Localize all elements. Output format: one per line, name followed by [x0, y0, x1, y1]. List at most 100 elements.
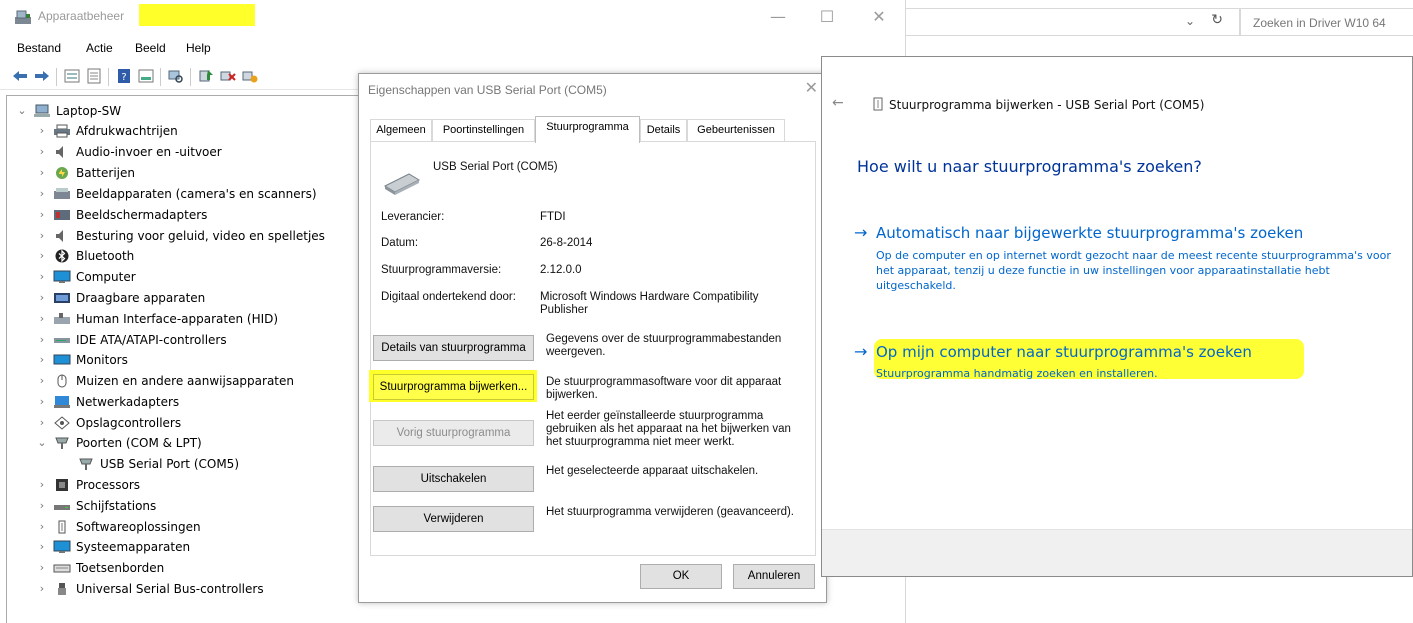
- tree-item-batteries[interactable]: › Batterijen: [36, 162, 135, 183]
- tree-item-label: Systeemapparaten: [76, 539, 191, 554]
- tree-item-network-adapters[interactable]: › Netwerkadapters: [36, 391, 179, 412]
- tree-item-usb-serial-port[interactable]: USB Serial Port (COM5): [77, 453, 239, 474]
- sheet-icon[interactable]: [86, 68, 102, 84]
- tab-details[interactable]: Details: [640, 119, 687, 142]
- rollback-driver-button[interactable]: Vorig stuurprogramma: [373, 420, 534, 446]
- enable-device-icon[interactable]: [242, 68, 258, 84]
- chevron-right-icon[interactable]: ›: [36, 478, 48, 491]
- chevron-right-icon[interactable]: ›: [36, 582, 48, 595]
- tree-item-bluetooth[interactable]: › Bluetooth: [36, 245, 134, 266]
- back-arrow-icon[interactable]: [12, 68, 28, 84]
- update-driver-button[interactable]: Stuurprogramma bijwerken...: [373, 374, 534, 400]
- chevron-down-icon[interactable]: ⌄: [16, 104, 28, 117]
- chevron-right-icon[interactable]: ›: [36, 187, 48, 200]
- tree-item-ports[interactable]: ⌄ Poorten (COM & LPT): [36, 432, 201, 453]
- device-manager-app-icon: [14, 8, 32, 26]
- manual-search-option[interactable]: → Op mijn computer naar stuurprogramma's…: [854, 342, 1406, 382]
- chevron-right-icon[interactable]: ›: [36, 374, 48, 387]
- auto-search-option[interactable]: → Automatisch naar bijgewerkte stuurprog…: [854, 223, 1406, 303]
- chevron-right-icon[interactable]: ›: [36, 312, 48, 325]
- chevron-right-icon[interactable]: ›: [36, 540, 48, 553]
- view-toggle-icon[interactable]: [138, 68, 154, 84]
- chevron-right-icon[interactable]: ›: [36, 229, 48, 242]
- menu-action[interactable]: Actie: [86, 41, 113, 55]
- close-icon[interactable]: ✕: [805, 78, 818, 97]
- properties-grid-icon[interactable]: [64, 68, 80, 84]
- chevron-down-icon[interactable]: ⌄: [1185, 14, 1195, 28]
- chevron-right-icon[interactable]: ›: [36, 291, 48, 304]
- tree-item-processors[interactable]: › Processors: [36, 474, 140, 495]
- chevron-right-icon[interactable]: ›: [36, 208, 48, 221]
- ok-button[interactable]: OK: [640, 564, 722, 589]
- tree-item-hid[interactable]: › Human Interface-apparaten (HID): [36, 308, 278, 329]
- chevron-right-icon[interactable]: ›: [36, 249, 48, 262]
- tree-item-usb-controllers[interactable]: › Universal Serial Bus-controllers: [36, 578, 264, 599]
- tree-item-system-devices[interactable]: › Systeemapparaten: [36, 536, 190, 557]
- uninstall-device-icon[interactable]: [220, 68, 236, 84]
- tree-item-sound-controllers[interactable]: › Besturing voor geluid, video en spelle…: [36, 225, 325, 246]
- tree-item-label: Monitors: [76, 352, 128, 367]
- search-input[interactable]: Zoeken in Driver W10 64: [1240, 8, 1413, 36]
- chevron-right-icon[interactable]: ›: [36, 353, 48, 366]
- tree-item-monitors[interactable]: › Monitors: [36, 349, 128, 370]
- tab-general[interactable]: Algemeen: [370, 119, 432, 142]
- chevron-right-icon[interactable]: ›: [36, 561, 48, 574]
- chevron-right-icon[interactable]: ›: [36, 520, 48, 533]
- tree-item-print-queues[interactable]: › Afdrukwachtrijen: [36, 120, 178, 141]
- rollback-driver-description: Het eerder geïnstalleerde stuurprogramma…: [546, 410, 791, 448]
- scan-hardware-icon[interactable]: [168, 68, 184, 84]
- chevron-right-icon[interactable]: ›: [36, 499, 48, 512]
- tab-events[interactable]: Gebeurtenissen: [687, 119, 785, 142]
- tree-item-audio[interactable]: › Audio-invoer en -uitvoer: [36, 141, 222, 162]
- close-button[interactable]: ✕: [864, 6, 894, 28]
- signer-value: Microsoft Windows Hardware Compatibility…: [540, 291, 759, 316]
- chevron-down-icon[interactable]: ⌄: [36, 436, 48, 449]
- minimize-button[interactable]: —: [763, 6, 793, 28]
- forward-arrow-icon[interactable]: [34, 68, 50, 84]
- bluetooth-icon: [53, 248, 71, 264]
- update-driver-icon[interactable]: [198, 68, 214, 84]
- tab-driver[interactable]: Stuurprogramma: [535, 116, 640, 143]
- chevron-right-icon[interactable]: ›: [36, 145, 48, 158]
- tree-item-computer[interactable]: › Computer: [36, 266, 136, 287]
- maximize-button[interactable]: ☐: [812, 6, 842, 28]
- toolbar-separator: [190, 68, 191, 86]
- address-bar[interactable]: ⌄ ↻: [906, 8, 1240, 36]
- menu-help[interactable]: Help: [186, 41, 211, 55]
- menu-view[interactable]: Beeld: [135, 41, 166, 55]
- port-connector-icon: [53, 435, 71, 451]
- chevron-right-icon[interactable]: ›: [36, 333, 48, 346]
- wizard-title: Stuurprogramma bijwerken - USB Serial Po…: [889, 98, 1205, 112]
- driver-details-button[interactable]: Details van stuurprogramma: [373, 335, 534, 361]
- chevron-right-icon[interactable]: ›: [36, 270, 48, 283]
- chevron-right-icon[interactable]: ›: [36, 166, 48, 179]
- menu-file[interactable]: Bestand: [17, 41, 61, 55]
- tree-item-label: Softwareoplossingen: [76, 519, 201, 534]
- tree-item-imaging-devices[interactable]: › Beeldapparaten (camera's en scanners): [36, 183, 317, 204]
- tree-item-mice[interactable]: › Muizen en andere aanwijsapparaten: [36, 370, 294, 391]
- tree-item-disk-drives[interactable]: › Schijfstations: [36, 495, 156, 516]
- manual-search-title[interactable]: Op mijn computer naar stuurprogramma's z…: [876, 343, 1252, 361]
- tree-item-label: Audio-invoer en -uitvoer: [76, 144, 222, 159]
- tree-item-keyboards[interactable]: › Toetsenborden: [36, 557, 164, 578]
- tree-item-ide-controllers[interactable]: › IDE ATA/ATAPI-controllers: [36, 329, 227, 350]
- tree-item-software-components[interactable]: › Softwareoplossingen: [36, 516, 201, 537]
- back-arrow-icon[interactable]: ←: [832, 95, 844, 111]
- tree-root[interactable]: ⌄ Laptop-SW: [16, 100, 121, 121]
- refresh-icon[interactable]: ↻: [1211, 12, 1223, 28]
- laptop-icon: [33, 103, 51, 119]
- chevron-right-icon[interactable]: ›: [36, 416, 48, 429]
- uninstall-driver-button[interactable]: Verwijderen: [373, 506, 534, 532]
- cancel-button[interactable]: Annuleren: [733, 564, 815, 589]
- auto-search-title[interactable]: Automatisch naar bijgewerkte stuurprogra…: [876, 224, 1303, 242]
- tab-port-settings[interactable]: Poortinstellingen: [432, 119, 535, 142]
- update-driver-description: De stuurprogrammasoftware voor dit appar…: [546, 376, 782, 401]
- tree-item-storage-controllers[interactable]: › Opslagcontrollers: [36, 412, 181, 433]
- tree-item-portable-devices[interactable]: › Draagbare apparaten: [36, 287, 205, 308]
- help-book-icon[interactable]: ?: [116, 68, 132, 84]
- chevron-right-icon[interactable]: ›: [36, 124, 48, 137]
- chevron-right-icon[interactable]: ›: [36, 395, 48, 408]
- tree-item-label: Afdrukwachtrijen: [76, 123, 178, 138]
- tree-item-display-adapters[interactable]: › Beeldschermadapters: [36, 204, 208, 225]
- disable-device-button[interactable]: Uitschakelen: [373, 466, 534, 492]
